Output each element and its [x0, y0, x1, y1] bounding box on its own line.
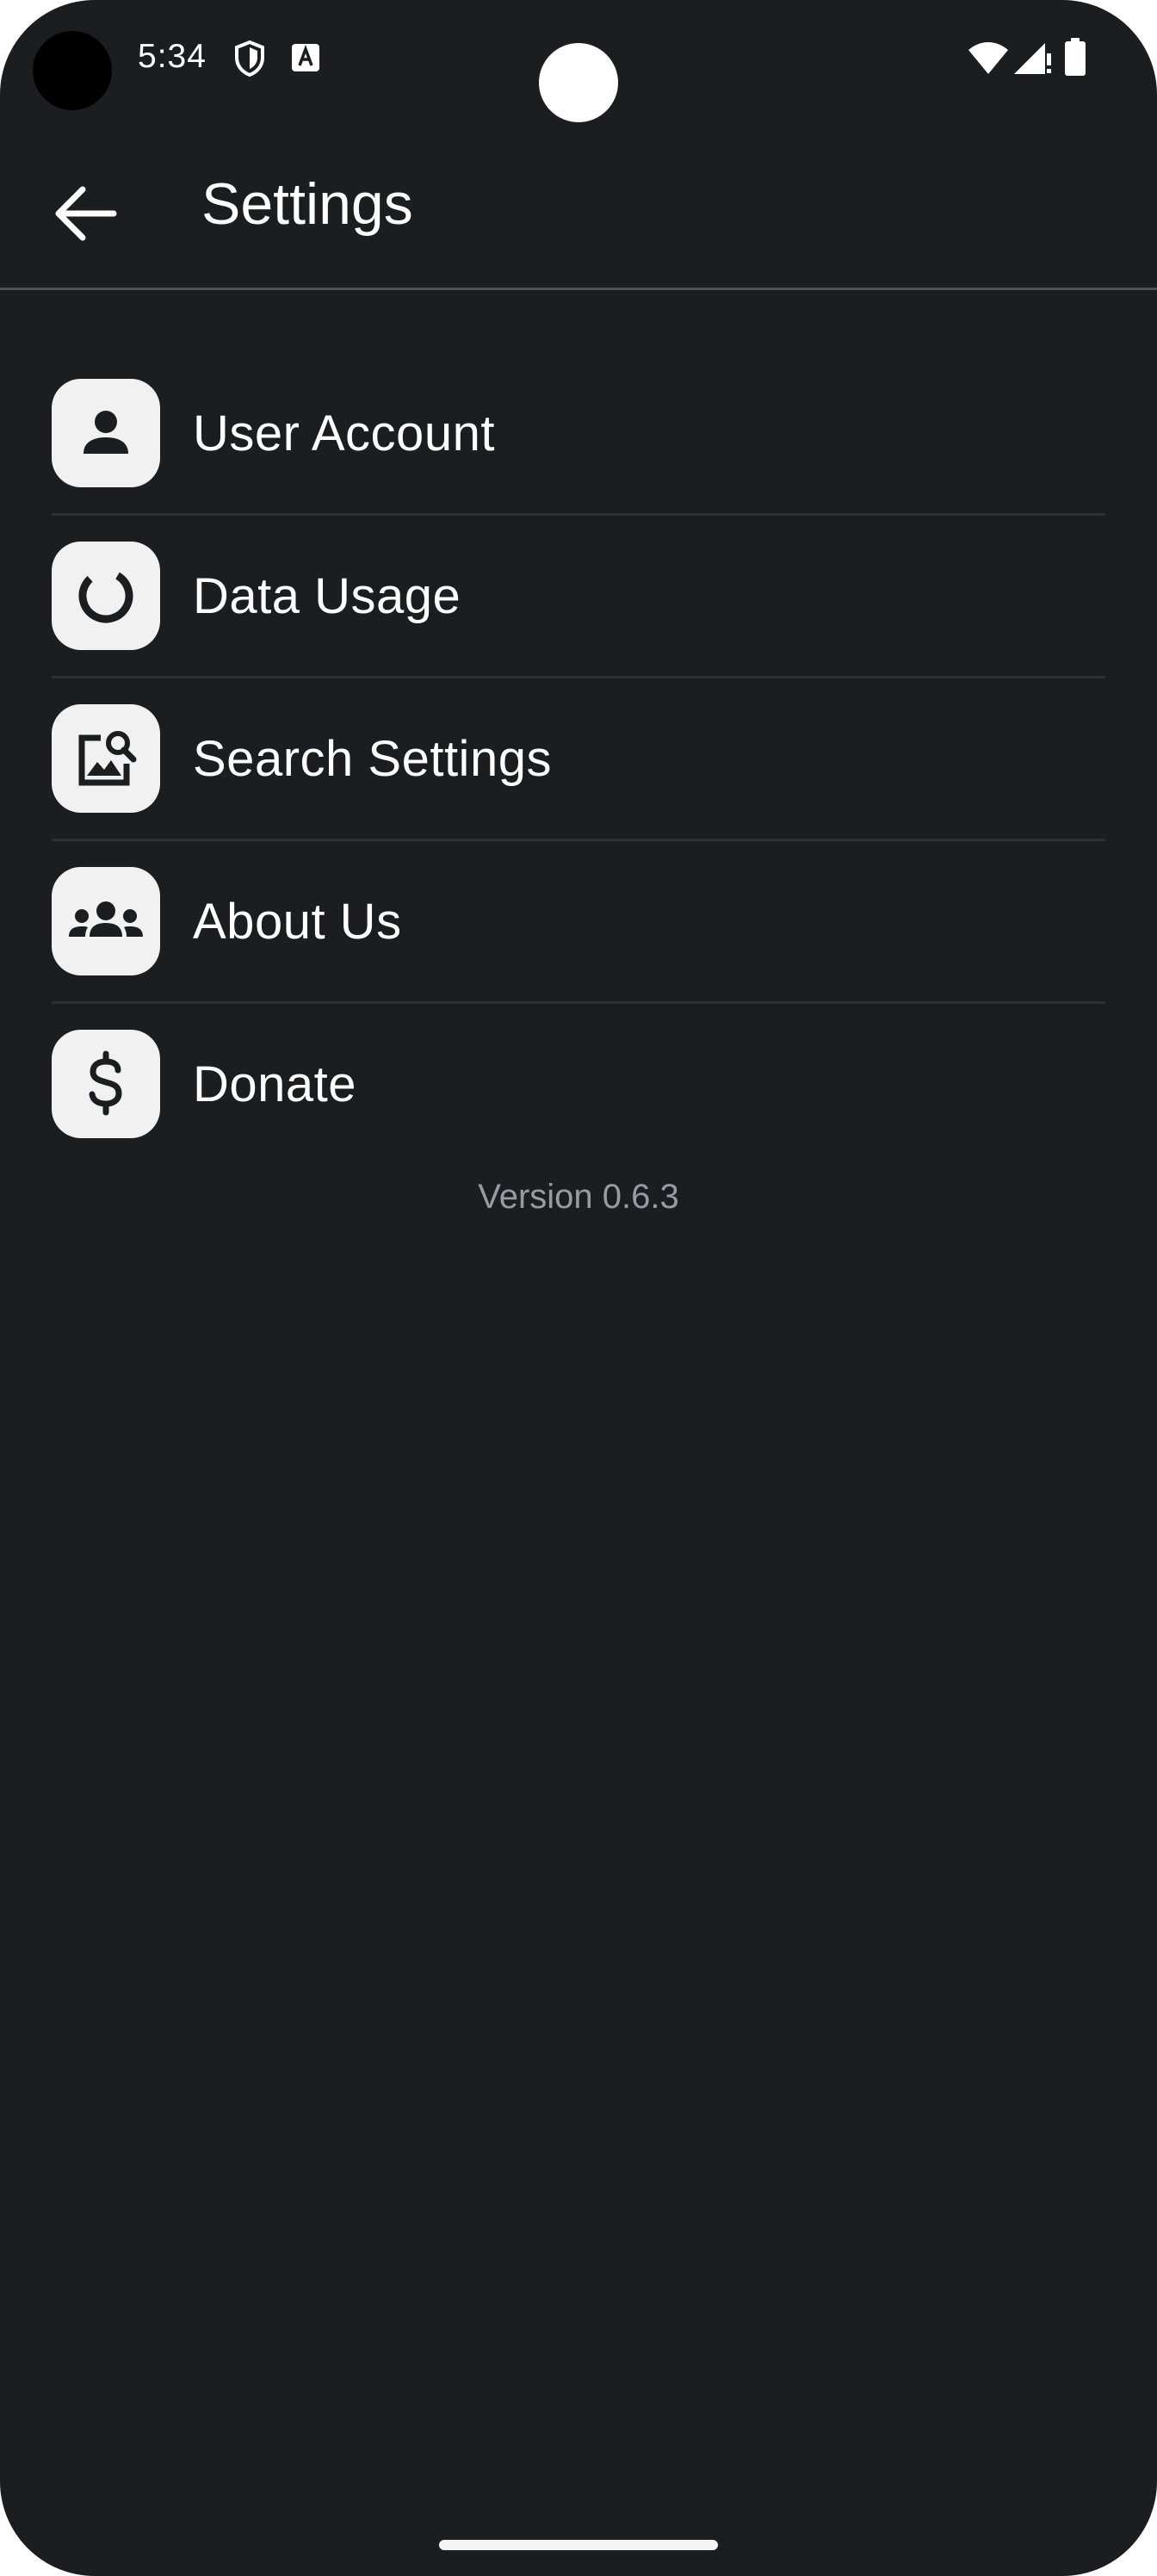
- a-badge-icon: [292, 44, 319, 71]
- group-icon: [69, 901, 143, 937]
- menu-item-data-usage[interactable]: Data Usage: [52, 516, 1105, 678]
- menu-item-label: Donate: [193, 1056, 357, 1112]
- menu-item-donate[interactable]: Donate: [52, 1004, 1105, 1164]
- data-usage-icon: [78, 568, 133, 623]
- status-time: 5:34: [138, 38, 207, 75]
- menu-item-label: Data Usage: [193, 567, 461, 624]
- settings-menu: User Account Data Usage Search Settings …: [52, 353, 1105, 1164]
- gesture-nav-handle[interactable]: [439, 2540, 718, 2550]
- menu-item-label: About Us: [193, 893, 402, 950]
- app-bar: Settings: [0, 121, 1157, 289]
- version-label: Version 0.6.3: [478, 1178, 679, 1216]
- settings-screen: 5:34 Settings User Account Data Usage Se…: [0, 0, 1157, 2576]
- arrow-left-icon: [55, 186, 117, 241]
- icon-tile: [52, 542, 160, 650]
- menu-item-label: Search Settings: [193, 730, 552, 787]
- image-search-icon: [78, 731, 137, 786]
- dollar-icon: [89, 1050, 122, 1116]
- menu-item-label: User Account: [193, 405, 495, 461]
- menu-item-user-account[interactable]: User Account: [52, 353, 1105, 516]
- wifi-icon: [968, 42, 1008, 74]
- icon-tile: [52, 867, 160, 975]
- menu-item-search-settings[interactable]: Search Settings: [52, 678, 1105, 841]
- app-bar-divider: [0, 288, 1157, 290]
- signal-icon: [1014, 43, 1051, 74]
- status-bar: 5:34: [0, 0, 1157, 121]
- battery-icon: [1065, 38, 1086, 76]
- back-button[interactable]: [45, 172, 127, 255]
- icon-tile: [52, 1030, 160, 1138]
- person-icon: [84, 411, 128, 454]
- page-title: Settings: [201, 171, 413, 237]
- icon-tile: [52, 704, 160, 813]
- icon-tile: [52, 379, 160, 487]
- shield-icon: [235, 40, 264, 77]
- menu-item-about-us[interactable]: About Us: [52, 841, 1105, 1004]
